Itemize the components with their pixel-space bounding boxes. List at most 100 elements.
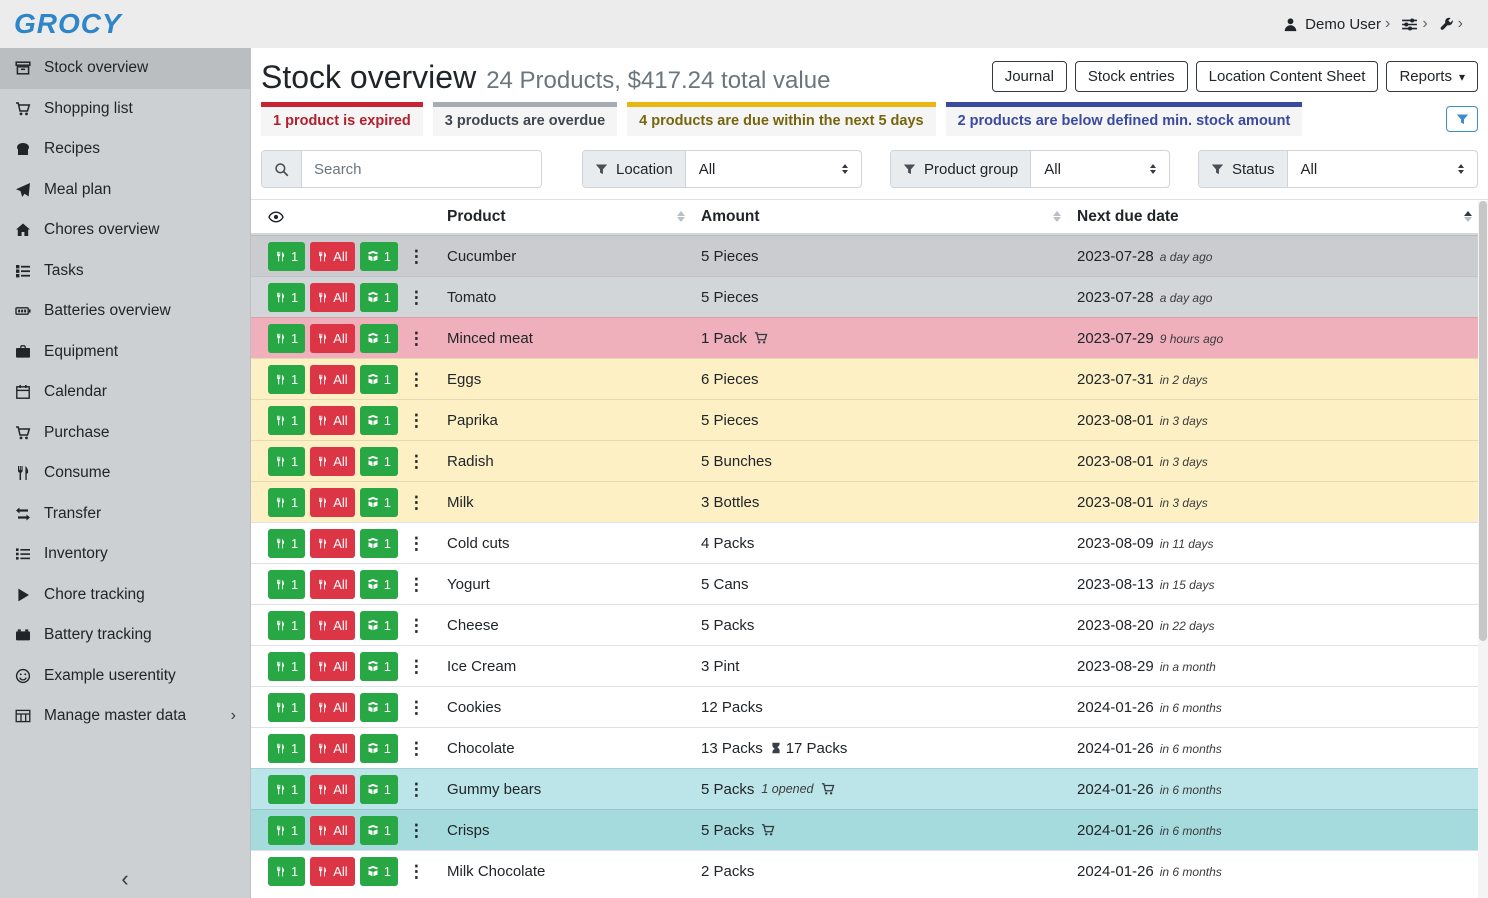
status-banner-overdue[interactable]: 3 products are overdue [433,102,617,136]
consume-all-button[interactable]: All [310,447,354,476]
consume-all-button[interactable]: All [310,775,354,804]
consume-all-button[interactable]: All [310,693,354,722]
consume-one-button[interactable]: 1 [268,447,305,476]
product-name[interactable]: Cold cuts [447,535,701,552]
open-one-button[interactable]: 1 [360,283,398,312]
consume-all-button[interactable]: All [310,652,354,681]
consume-all-button[interactable]: All [310,734,354,763]
sidebar-item-stock-overview[interactable]: Stock overview [0,48,250,89]
consume-one-button[interactable]: 1 [268,857,305,886]
table-row[interactable]: 1All1⋮Gummy bears5 Packs1 opened2024-01-… [251,768,1488,809]
sidebar-item-equipment[interactable]: Equipment [0,332,250,373]
product-name[interactable]: Gummy bears [447,781,701,798]
consume-one-button[interactable]: 1 [268,406,305,435]
open-one-button[interactable]: 1 [360,816,398,845]
table-row[interactable]: 1All1⋮Chocolate13 Packs17 Packs2024-01-2… [251,727,1488,768]
consume-one-button[interactable]: 1 [268,324,305,353]
sidebar-item-batteries-overview[interactable]: Batteries overview [0,291,250,332]
row-menu-button[interactable]: ⋮ [403,658,430,675]
product-name[interactable]: Tomato [447,289,701,306]
consume-all-button[interactable]: All [310,570,354,599]
row-menu-button[interactable]: ⋮ [403,535,430,552]
table-row[interactable]: 1All1⋮Cucumber5 Pieces2023-07-28a day ag… [251,235,1488,276]
product-name[interactable]: Cucumber [447,248,701,265]
product-name[interactable]: Crisps [447,822,701,839]
user-menu[interactable]: Demo User [1283,16,1381,33]
product-name[interactable]: Eggs [447,371,701,388]
sidebar-item-consume[interactable]: Consume [0,453,250,494]
consume-one-button[interactable]: 1 [268,734,305,763]
consume-one-button[interactable]: 1 [268,652,305,681]
status-select[interactable]: All [1288,151,1477,187]
product-name[interactable]: Cookies [447,699,701,716]
open-one-button[interactable]: 1 [360,365,398,394]
consume-one-button[interactable]: 1 [268,570,305,599]
table-row[interactable]: 1All1⋮Cheese5 Packs2023-08-20in 22 days [251,604,1488,645]
chevron-right-icon[interactable]: › [1422,15,1427,33]
sidebar-item-battery-tracking[interactable]: Battery tracking [0,615,250,656]
table-row[interactable]: 1All1⋮Eggs6 Pieces2023-07-31in 2 days [251,358,1488,399]
table-row[interactable]: 1All1⋮Cold cuts4 Packs2023-08-09in 11 da… [251,522,1488,563]
row-menu-button[interactable]: ⋮ [403,740,430,757]
consume-all-button[interactable]: All [310,365,354,394]
consume-one-button[interactable]: 1 [268,283,305,312]
chevron-right-icon[interactable]: › [1458,15,1463,33]
open-one-button[interactable]: 1 [360,734,398,763]
reports-dropdown[interactable]: Reports ▾ [1386,61,1478,92]
table-row[interactable]: 1All1⋮Paprika5 Pieces2023-08-01in 3 days [251,399,1488,440]
scrollbar-thumb[interactable] [1479,201,1487,641]
sidebar-item-example-userentity[interactable]: Example userentity [0,656,250,697]
consume-all-button[interactable]: All [310,324,354,353]
sidebar-item-shopping-list[interactable]: Shopping list [0,89,250,130]
product-name[interactable]: Yogurt [447,576,701,593]
row-menu-button[interactable]: ⋮ [403,494,430,511]
open-one-button[interactable]: 1 [360,529,398,558]
product-name[interactable]: Cheese [447,617,701,634]
sidebar-item-transfer[interactable]: Transfer [0,494,250,535]
row-menu-button[interactable]: ⋮ [403,248,430,265]
consume-one-button[interactable]: 1 [268,775,305,804]
product-name[interactable]: Minced meat [447,330,701,347]
consume-one-button[interactable]: 1 [268,816,305,845]
open-one-button[interactable]: 1 [360,406,398,435]
row-menu-button[interactable]: ⋮ [403,371,430,388]
product-group-select[interactable]: All [1031,151,1169,187]
open-one-button[interactable]: 1 [360,488,398,517]
table-filter-button[interactable] [1446,106,1478,132]
product-name[interactable]: Milk [447,494,701,511]
app-logo[interactable]: GROCY [14,8,122,40]
consume-all-button[interactable]: All [310,242,354,271]
status-banner-due[interactable]: 4 products are due within the next 5 day… [627,102,935,136]
table-row[interactable]: 1All1⋮Crisps5 Packs2024-01-26in 6 months [251,809,1488,850]
consume-one-button[interactable]: 1 [268,365,305,394]
product-name[interactable]: Paprika [447,412,701,429]
consume-all-button[interactable]: All [310,529,354,558]
row-menu-button[interactable]: ⋮ [403,822,430,839]
open-one-button[interactable]: 1 [360,611,398,640]
open-one-button[interactable]: 1 [360,447,398,476]
row-menu-button[interactable]: ⋮ [403,412,430,429]
column-product[interactable]: Product [447,200,701,233]
consume-all-button[interactable]: All [310,611,354,640]
column-next-due-date[interactable]: Next due date [1077,200,1488,233]
open-one-button[interactable]: 1 [360,857,398,886]
location-content-sheet-button[interactable]: Location Content Sheet [1196,61,1379,92]
status-banner-expired[interactable]: 1 product is expired [261,102,423,136]
sidebar-item-chore-tracking[interactable]: Chore tracking [0,575,250,616]
row-menu-button[interactable]: ⋮ [403,863,430,880]
column-amount[interactable]: Amount [701,200,1077,233]
chevron-right-icon[interactable]: › [1385,15,1390,33]
stock-entries-button[interactable]: Stock entries [1075,61,1188,92]
consume-one-button[interactable]: 1 [268,693,305,722]
sidebar-item-chores-overview[interactable]: Chores overview [0,210,250,251]
row-menu-button[interactable]: ⋮ [403,576,430,593]
scrollbar[interactable] [1478,201,1488,898]
consume-all-button[interactable]: All [310,406,354,435]
open-one-button[interactable]: 1 [360,570,398,599]
table-row[interactable]: 1All1⋮Milk3 Bottles2023-08-01in 3 days [251,481,1488,522]
consume-all-button[interactable]: All [310,816,354,845]
table-row[interactable]: 1All1⋮Cookies12 Packs2024-01-26in 6 mont… [251,686,1488,727]
open-one-button[interactable]: 1 [360,652,398,681]
consume-one-button[interactable]: 1 [268,242,305,271]
consume-one-button[interactable]: 1 [268,488,305,517]
